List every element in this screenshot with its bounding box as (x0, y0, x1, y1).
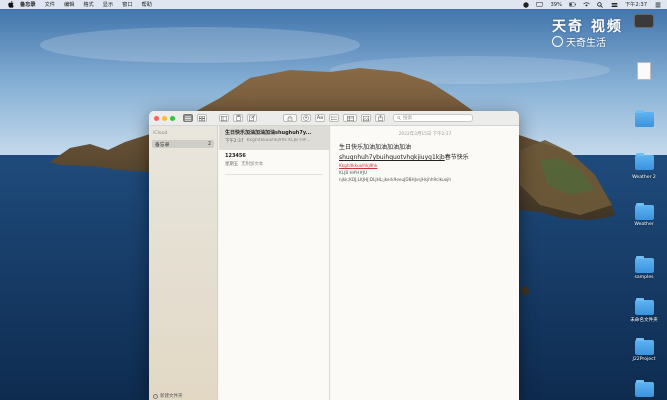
desktop-folder-samples[interactable]: samples (627, 256, 661, 280)
share-icon[interactable] (375, 114, 385, 122)
share-with-people-icon[interactable] (301, 114, 311, 122)
divider (225, 174, 323, 175)
watermark-subtitle: 天奇生活 (566, 38, 606, 49)
note-time: 星期五 (225, 161, 239, 167)
video-watermark: 天奇 视频 天奇生活 (552, 16, 623, 49)
list-view-button[interactable] (183, 114, 193, 122)
battery-icon[interactable] (568, 2, 576, 8)
note-body-misspelled-line[interactable]: Kkghitkkuoihkj9hk (339, 163, 511, 168)
delete-note-icon[interactable] (233, 114, 243, 122)
watermark-subtitle-row: 天奇生活 (552, 34, 623, 49)
close-window-button[interactable] (154, 115, 159, 121)
note-meta: 星期五 无附加文本 (225, 161, 323, 167)
menu-help[interactable]: 帮助 (142, 1, 152, 8)
menu-edit[interactable]: 编辑 (64, 1, 74, 8)
desktop-folder-untitled[interactable]: 未命名文件夹 (627, 298, 661, 323)
watermark-title: 天奇 视频 (552, 19, 623, 35)
list-item[interactable]: 123456 星期五 无附加文本 (219, 150, 329, 174)
minimize-window-button[interactable] (162, 115, 167, 121)
desktop-document-icon[interactable] (627, 62, 661, 82)
zoom-window-button[interactable] (170, 115, 175, 121)
note-title: 123456 (225, 153, 246, 159)
desktop-folder-weather2[interactable]: Weather 2 (627, 173, 661, 180)
folders-sidebar: iCloud 备忘录 2 新建文件夹 (149, 126, 218, 400)
menu-file[interactable]: 文件 (45, 1, 55, 8)
notes-window: Aa 搜索 iCloud 备忘录 2 新建文件夹 生日快乐加油加油加油shugh… (149, 111, 519, 400)
note-title: 生日快乐加油加油加油shughuh7y... (225, 130, 312, 136)
desktop-folder-weather[interactable]: Weather (627, 203, 661, 227)
watermark-logo-icon (552, 36, 563, 47)
note-body-line[interactable]: shugnhuh7ybuihquotvhgkjiuyg1kjb春节快乐 (339, 152, 511, 161)
note-body-underlined-text: shugnhuh7ybuihquotvhgkjiuyg1kjb (339, 154, 445, 161)
compose-note-icon[interactable] (247, 114, 257, 122)
desktop-folder-icon[interactable] (627, 380, 661, 399)
wifi-icon[interactable] (583, 2, 590, 8)
search-placeholder: 搜索 (403, 116, 413, 121)
sidebar-toggle-icon[interactable] (219, 114, 229, 122)
note-time: 下午2:37 (225, 138, 244, 144)
sidebar-folder-notes[interactable]: 备忘录 2 (152, 140, 214, 148)
desktop-icons-column: Weather 2 Weather samples 未命名文件夹 J22Proj… (619, 10, 667, 400)
notes-toolbar: Aa 搜索 (149, 111, 519, 126)
note-preview: 无附加文本 (241, 161, 264, 167)
note-body-line[interactable]: njkk;KDJ;LKJHJ;DLJHL;jkerk9eeuJDBHJvsJHs… (339, 177, 511, 182)
note-body-line[interactable]: 生日快乐加油加油加油加油 (339, 142, 511, 151)
new-folder-label: 新建文件夹 (160, 394, 183, 399)
siri-status-icon[interactable] (522, 1, 529, 8)
media-attach-icon[interactable] (361, 114, 371, 122)
plus-circle-icon (153, 393, 158, 399)
search-icon[interactable] (597, 1, 604, 8)
menu-app-name[interactable]: 备忘录 (20, 1, 36, 8)
note-body-line[interactable]: KLJB H#H#JU (339, 170, 511, 175)
battery-percent: 39% (550, 1, 562, 8)
menubar-clock[interactable]: 下午2:37 (625, 1, 647, 8)
list-item[interactable]: 生日快乐加油加油加油shughuh7y... 下午2:37 Kkghitkkuo… (219, 126, 329, 150)
notification-center-icon[interactable] (654, 2, 661, 8)
desktop-folder-icon[interactable] (627, 153, 661, 172)
note-preview: Kkghitkkuoihkj9hk KLJB H#... (246, 137, 311, 143)
menu-window[interactable]: 窗口 (122, 1, 132, 8)
checklist-icon[interactable] (329, 114, 339, 122)
status-area: 39% 下午2:37 (522, 0, 661, 9)
sidebar-folder-label: 备忘录 (155, 142, 170, 148)
search-field[interactable]: 搜索 (393, 114, 473, 122)
desktop-folder-project[interactable]: J22Project (627, 338, 661, 362)
menu-bar: 备忘录 文件 编辑 格式 显示 窗口 帮助 39% 下午2:37 (0, 0, 667, 9)
note-date: 2022年3月15日 下午2:37 (398, 132, 452, 137)
apple-menu-icon[interactable] (8, 1, 14, 8)
search-field-icon (397, 116, 401, 120)
desktop-folder-icon[interactable] (627, 110, 661, 129)
menu-format[interactable]: 格式 (83, 1, 93, 8)
note-meta: 下午2:37 Kkghitkkuoihkj9hk KLJB H#... (225, 138, 323, 144)
sidebar-folder-count: 2 (207, 141, 211, 147)
menu-view[interactable]: 显示 (103, 1, 113, 8)
window-controls (154, 115, 175, 121)
new-folder-button[interactable]: 新建文件夹 (153, 393, 183, 399)
desktop-drive-icon[interactable] (627, 14, 661, 30)
table-icon[interactable] (343, 114, 357, 122)
control-center-icon[interactable] (611, 2, 618, 8)
note-body-suffix: 春节快乐 (444, 154, 469, 161)
text-format-button[interactable]: Aa (315, 114, 325, 122)
notes-list: 生日快乐加油加油加油shughuh7y... 下午2:37 Kkghitkkuo… (219, 126, 330, 400)
sidebar-section-header: iCloud (153, 131, 168, 136)
display-icon[interactable] (536, 2, 544, 8)
note-editor[interactable]: 2022年3月15日 下午2:37 生日快乐加油加油加油加油 shugnhuh7… (331, 126, 519, 400)
gallery-view-button[interactable] (197, 114, 207, 122)
lock-note-icon[interactable] (283, 114, 297, 122)
